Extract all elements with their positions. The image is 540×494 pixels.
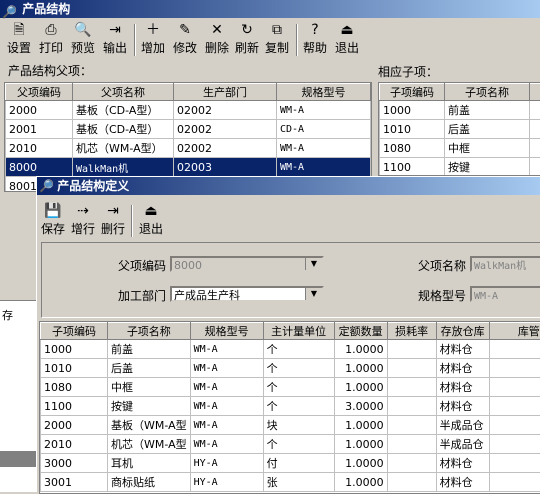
dept-label: 加工部门: [118, 287, 166, 304]
parent-name-field[interactable]: WalkMan机: [470, 256, 540, 272]
save-button[interactable]: 💾保存: [39, 201, 67, 239]
settings-button[interactable]: 🗎设置: [4, 20, 34, 58]
table-row[interactable]: 1100按键: [380, 158, 540, 177]
print-icon: ⎙: [36, 20, 66, 40]
col-quantity[interactable]: 定额数量: [334, 323, 387, 340]
add-button[interactable]: ＋增加: [138, 20, 168, 58]
table-row-selected[interactable]: 8000 WalkMan机 02003 WM-A: [6, 158, 371, 177]
parent-code-field[interactable]: 8000▼: [170, 256, 324, 272]
delete-icon: ✕: [202, 20, 232, 40]
toolbar-separator: [296, 24, 298, 56]
dialog-app-icon: 🔎: [39, 177, 53, 195]
child-section-label: 相应子项：: [378, 63, 438, 80]
exit-icon: ⏏: [137, 201, 165, 221]
table-row[interactable]: 1010后盖WM-A个1.0000材料仓: [41, 359, 540, 378]
app-icon: 🔎: [2, 3, 16, 17]
save-icon: 💾: [39, 201, 67, 221]
table-row[interactable]: 2001 基板（CD-A型） 02002 CD-A: [6, 120, 371, 139]
main-toolbar: 🗎设置 ⎙打印 🔍预览 ⇥输出 ＋增加 ✎修改 ✕删除 ↻刷新 ⧉复制 ?帮助 …: [0, 20, 540, 60]
dropdown-arrow-icon[interactable]: ▼: [305, 288, 322, 300]
table-row[interactable]: 2010机芯（WM-A型WM-A个1.0000半成品仓: [41, 435, 540, 454]
dialog-title: 产品结构定义: [57, 179, 129, 193]
delete-row-icon: ⇥: [99, 201, 127, 221]
dept-select[interactable]: 产成品生产科▼: [170, 286, 324, 302]
col-child-extra[interactable]: [530, 84, 540, 101]
spec-label: 规格型号: [418, 287, 466, 304]
dialog-exit-button[interactable]: ⏏退出: [137, 201, 165, 239]
add-row-icon: ⇢: [69, 201, 97, 221]
refresh-button[interactable]: ↻刷新: [232, 20, 262, 58]
detail-grid[interactable]: 子项编码 子项名称 规格型号 主计量单位 定额数量 损耗率 存放仓库 库管员 1…: [39, 321, 540, 494]
edit-button[interactable]: ✎修改: [170, 20, 200, 58]
child-items-grid[interactable]: 子项编码 子项名称 1000前盖 1010后盖 1080中框 1100按键: [378, 82, 540, 176]
delete-row-button[interactable]: ⇥删行: [99, 201, 127, 239]
export-button[interactable]: ⇥输出: [100, 20, 130, 58]
col-parent-code[interactable]: 父项编码: [6, 84, 73, 101]
table-row[interactable]: 3000耳机HY-A付1.0000材料仓: [41, 454, 540, 473]
col-keeper[interactable]: 库管员: [489, 323, 540, 340]
preview-icon: 🔍: [68, 20, 98, 40]
toolbar-separator: [134, 24, 136, 56]
parent-name-label: 父项名称: [418, 257, 466, 274]
col-child-code[interactable]: 子项编码: [41, 323, 108, 340]
table-row[interactable]: 2000 基板（CD-A型） 02002 WM-A: [6, 101, 371, 120]
settings-icon: 🗎: [4, 20, 34, 40]
table-row[interactable]: 1000前盖WM-A个1.0000材料仓: [41, 340, 540, 359]
col-spec[interactable]: 规格型号: [277, 84, 371, 101]
spec-field[interactable]: WM-A: [470, 286, 540, 302]
edit-icon: ✎: [170, 20, 200, 40]
parent-code-label: 父项编码: [118, 257, 166, 274]
main-window-title: 产品结构: [22, 2, 70, 16]
table-row[interactable]: 1000前盖: [380, 101, 540, 120]
background-grid-fragment: 存: [0, 300, 36, 492]
delete-button[interactable]: ✕删除: [202, 20, 232, 58]
add-row-button[interactable]: ⇢增行: [69, 201, 97, 239]
main-window-title-bar: 🔎 产品结构: [0, 0, 540, 18]
table-row[interactable]: 2010 机芯（WM-A型） 02002 WM-A: [6, 139, 371, 158]
col-loss-rate[interactable]: 损耗率: [387, 323, 436, 340]
toolbar-separator: [131, 205, 133, 237]
col-child-code[interactable]: 子项编码: [380, 84, 445, 101]
table-row[interactable]: 1080中框WM-A个1.0000材料仓: [41, 378, 540, 397]
table-row[interactable]: 1080中框: [380, 139, 540, 158]
col-spec[interactable]: 规格型号: [190, 323, 263, 340]
product-structure-dialog: 🔎 产品结构定义 💾保存 ⇢增行 ⇥删行 ⏏退出 父项编码 8000▼ 父项名称…: [36, 176, 540, 492]
export-icon: ⇥: [100, 20, 130, 40]
col-unit[interactable]: 主计量单位: [263, 323, 334, 340]
dropdown-arrow-icon[interactable]: ▼: [305, 258, 322, 270]
fragment-label: 存: [0, 301, 36, 323]
header-form-panel: 父项编码 8000▼ 父项名称 WalkMan机 加工部门 产成品生产科▼ 规格…: [41, 242, 540, 318]
table-row[interactable]: 1010后盖: [380, 120, 540, 139]
add-icon: ＋: [138, 20, 168, 40]
table-row[interactable]: 1100按键WM-A个3.0000材料仓: [41, 397, 540, 416]
refresh-icon: ↻: [232, 20, 262, 40]
exit-button[interactable]: ⏏退出: [332, 20, 362, 58]
exit-icon: ⏏: [332, 20, 362, 40]
dialog-title-bar: 🔎 产品结构定义: [37, 177, 540, 195]
print-button[interactable]: ⎙打印: [36, 20, 66, 58]
preview-button[interactable]: 🔍预览: [68, 20, 98, 58]
copy-button[interactable]: ⧉复制: [262, 20, 292, 58]
parent-section-label: 产品结构父项：: [8, 62, 92, 79]
help-button[interactable]: ?帮助: [300, 20, 330, 58]
col-parent-name[interactable]: 父项名称: [73, 84, 174, 101]
help-icon: ?: [300, 20, 330, 40]
table-row[interactable]: 3001商标贴纸HY-A张1.0000材料仓: [41, 473, 540, 492]
scrollbar-fragment: [0, 451, 36, 467]
col-child-name[interactable]: 子项名称: [108, 323, 191, 340]
col-child-name[interactable]: 子项名称: [445, 84, 530, 101]
col-dept[interactable]: 生产部门: [174, 84, 277, 101]
col-warehouse[interactable]: 存放仓库: [436, 323, 489, 340]
table-row[interactable]: 2000基板（WM-A型WM-A块1.0000半成品仓: [41, 416, 540, 435]
copy-icon: ⧉: [262, 20, 292, 40]
